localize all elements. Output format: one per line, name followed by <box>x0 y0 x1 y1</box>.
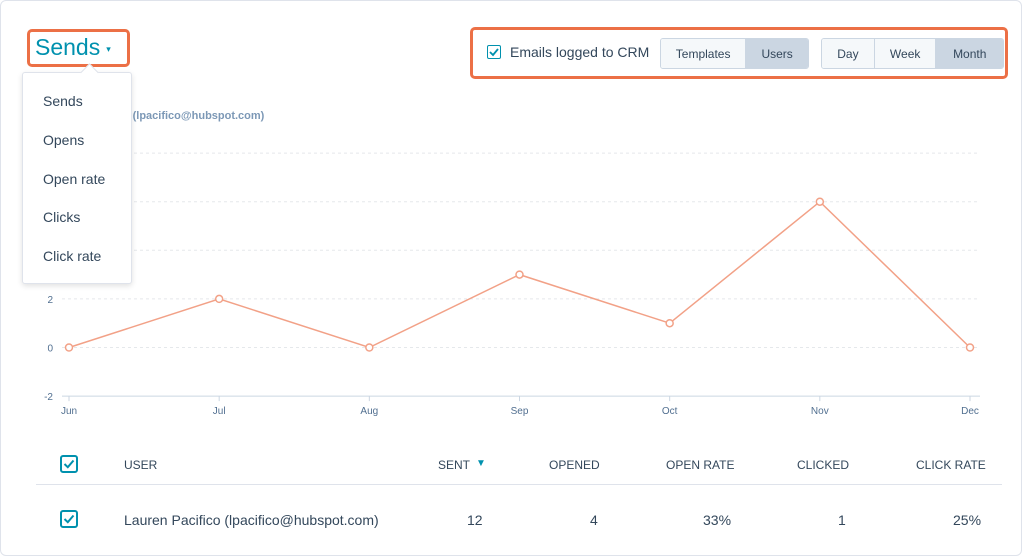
data-point <box>965 343 975 352</box>
metric-dropdown-menu: Sends Opens Open rate Clicks Click rate <box>22 63 132 284</box>
x-tick-label: Dec <box>961 406 979 417</box>
y-tick-label: 2 <box>47 295 53 306</box>
x-tick-label: Sep <box>511 406 529 417</box>
dropdown-item-opens[interactable]: Opens <box>43 132 84 148</box>
data-point <box>214 294 224 304</box>
row-opened: 4 <box>590 512 598 528</box>
sort-desc-icon: ▼ <box>476 458 486 469</box>
row-clicked: 1 <box>838 512 846 528</box>
row-open-rate: 33% <box>703 512 732 528</box>
sends-line-chart: 2 0 -2 Jun Jul Aug Sep Oct Nov Dec <box>44 152 980 417</box>
column-header-sent-label: SENT <box>438 458 471 472</box>
series-points <box>64 197 975 352</box>
data-point <box>815 197 825 206</box>
column-header-user[interactable]: USER <box>124 458 157 472</box>
x-tick-label: Aug <box>360 406 378 417</box>
dropdown-item-open-rate[interactable]: Open rate <box>43 171 105 187</box>
table-divider <box>36 484 1002 485</box>
x-tick-label: Oct <box>662 406 678 417</box>
y-tick-label: 0 <box>47 344 53 355</box>
checkmark-icon <box>63 459 75 469</box>
data-point <box>665 318 674 328</box>
select-all-checkbox[interactable] <box>60 455 78 473</box>
x-tick-label: Nov <box>811 406 829 417</box>
checkmark-icon <box>63 514 75 524</box>
data-point <box>365 343 374 352</box>
row-user: Lauren Pacifico (lpacifico@hubspot.com) <box>124 512 379 528</box>
x-tick-label: Jul <box>213 406 226 417</box>
data-point <box>64 343 74 352</box>
y-tick-label: -2 <box>44 392 53 403</box>
dropdown-item-clicks[interactable]: Clicks <box>43 209 80 225</box>
column-header-sent[interactable]: SENT ▼ <box>438 458 486 472</box>
column-header-opened[interactable]: OPENED <box>549 458 600 472</box>
dropdown-item-click-rate[interactable]: Click rate <box>43 248 101 264</box>
row-click-rate: 25% <box>953 512 982 528</box>
row-sent: 12 <box>467 512 483 528</box>
x-tick-label: Jun <box>61 406 77 417</box>
column-header-click-rate[interactable]: CLICK RATE <box>916 458 986 472</box>
column-header-open-rate[interactable]: OPEN RATE <box>666 458 734 472</box>
x-axis-ticks: Jun Jul Aug Sep Oct Nov Dec <box>61 406 979 417</box>
dropdown-item-sends[interactable]: Sends <box>43 93 83 109</box>
column-header-clicked[interactable]: CLICKED <box>797 458 849 472</box>
y-axis-ticks: 2 0 -2 <box>44 295 53 403</box>
row-checkbox[interactable] <box>60 510 78 528</box>
data-point <box>515 270 524 279</box>
